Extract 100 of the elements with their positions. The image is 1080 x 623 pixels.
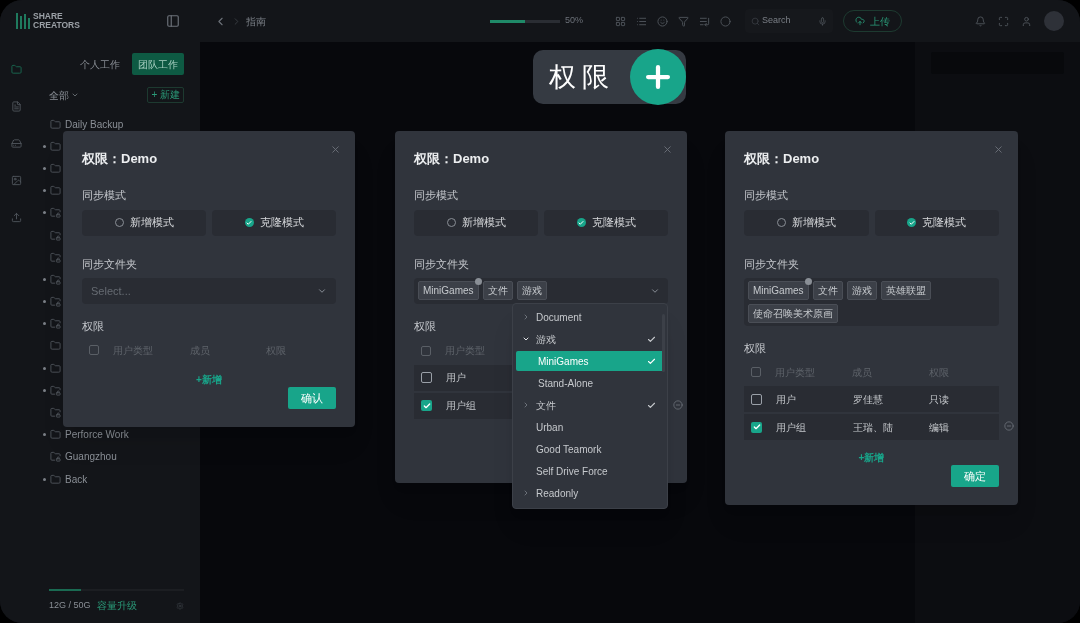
mic-icon[interactable] — [818, 16, 827, 26]
folder-select[interactable]: MiniGames 文件 游戏 英雄联盟 使命召唤美术原画 — [744, 278, 999, 326]
plus-icon — [630, 49, 686, 105]
close-icon[interactable] — [662, 144, 673, 155]
folder-icon — [50, 340, 61, 352]
list-icon[interactable] — [11, 101, 22, 112]
radio[interactable] — [907, 218, 917, 227]
mode-option[interactable]: 克隆模式 — [874, 209, 999, 236]
search-input[interactable]: Search — [762, 14, 816, 28]
table-cell-text: 用户组 — [776, 420, 807, 435]
tree-option[interactable]: Self Drive Force — [516, 461, 664, 481]
checkbox[interactable] — [421, 372, 432, 383]
filter-icon[interactable] — [678, 15, 689, 27]
locked-folder-icon — [50, 318, 61, 330]
folder-tag[interactable]: 使命召唤美术原画 — [748, 304, 838, 323]
upload-icon[interactable] — [11, 212, 22, 223]
user-icon[interactable] — [1021, 15, 1032, 27]
folder-tag[interactable]: 英雄联盟 — [880, 281, 931, 300]
checkbox[interactable] — [751, 421, 762, 433]
remove-row-icon[interactable] — [1004, 421, 1014, 432]
avatar[interactable] — [1044, 11, 1064, 31]
checkbox[interactable] — [751, 393, 762, 405]
storage-reading: 12G / 50G — [49, 598, 91, 612]
mode-option[interactable]: 新增模式 — [744, 209, 869, 236]
folder-tag[interactable]: MiniGames — [418, 281, 479, 300]
folder-name[interactable]: Guangzhou — [65, 449, 117, 465]
remove-tag-icon[interactable] — [474, 278, 482, 285]
folder-icon — [50, 429, 61, 441]
breadcrumb[interactable]: 指南 — [246, 13, 266, 29]
checkbox[interactable] — [421, 400, 432, 411]
select-placeholder: Select... — [91, 283, 131, 299]
zoom-slider[interactable] — [490, 19, 560, 23]
mode-option[interactable]: 克隆模式 — [212, 209, 336, 236]
tree-option[interactable]: 游戏 — [516, 329, 664, 349]
tree-option[interactable]: 文件 — [516, 395, 664, 415]
close-icon[interactable] — [993, 144, 1004, 155]
filter-dropdown[interactable]: 全部 — [49, 87, 79, 103]
close-icon[interactable] — [330, 144, 341, 155]
workspace-tab[interactable]: 团队工作 — [132, 53, 184, 75]
expand-caret-icon[interactable] — [522, 335, 530, 343]
dialog-title: 权限：Demo — [414, 151, 490, 166]
sidebar-toggle-icon[interactable] — [166, 14, 180, 28]
tree-option[interactable]: Stand-Alone — [516, 373, 664, 393]
remove-tag-icon[interactable] — [804, 278, 812, 285]
mode-option[interactable]: 新增模式 — [414, 209, 538, 236]
settings-icon[interactable] — [176, 601, 184, 610]
add-link[interactable]: +新增 — [196, 372, 222, 388]
search-icon — [751, 16, 760, 26]
folder-tag[interactable]: 游戏 — [846, 281, 877, 300]
grid-view-icon[interactable] — [615, 15, 626, 27]
folder-icon — [50, 185, 61, 197]
drive-icon[interactable] — [11, 138, 22, 149]
locked-folder-icon — [50, 273, 61, 285]
chip-label: 权限 — [549, 60, 615, 94]
new-button[interactable]: + 新建 — [147, 87, 184, 103]
mode-option[interactable]: 新增模式 — [82, 209, 206, 236]
tree-option[interactable]: Document — [516, 307, 664, 327]
circle-icon[interactable] — [720, 15, 731, 27]
tree-option[interactable]: Good Teamork — [516, 439, 664, 459]
radio[interactable] — [244, 218, 254, 227]
dialog-title: 权限：Demo — [82, 151, 158, 166]
table-cell-text: 用户 — [446, 371, 467, 385]
folder-name[interactable]: Daily Backup — [65, 116, 124, 132]
locked-folder-icon — [50, 251, 61, 263]
locked-folder-icon — [50, 384, 61, 396]
tree-option[interactable]: Readonly — [516, 483, 664, 503]
scrollbar[interactable] — [662, 314, 665, 372]
option-label: Urban — [536, 420, 564, 435]
option-label: Stand-Alone — [538, 376, 594, 391]
workspace-tab[interactable]: 个人工作 — [74, 53, 126, 75]
option-label: Self Drive Force — [536, 464, 608, 479]
bell-icon[interactable] — [975, 15, 986, 27]
header-checkbox[interactable] — [421, 345, 431, 356]
option-label: 游戏 — [536, 332, 556, 347]
table-cell-text: 用户 — [776, 392, 797, 407]
radio[interactable] — [576, 218, 586, 227]
sort-icon[interactable] — [699, 15, 710, 27]
folder-tag[interactable]: 游戏 — [516, 281, 547, 300]
mode-option[interactable]: 克隆模式 — [544, 209, 668, 236]
tree-option[interactable]: Urban — [516, 417, 664, 437]
header-checkbox[interactable] — [751, 367, 761, 378]
folder-tag[interactable]: 文件 — [812, 281, 843, 300]
folder-tag[interactable]: MiniGames — [748, 281, 809, 300]
folder-name[interactable]: Perforce Work — [65, 427, 129, 443]
folder-tag[interactable]: 文件 — [482, 281, 513, 300]
section-label: 同步模式 — [82, 188, 126, 203]
option-label: MiniGames — [538, 354, 589, 369]
chevron-icon — [71, 91, 79, 99]
add-link[interactable]: +新增 — [858, 450, 885, 466]
dialog-title: 权限：Demo — [744, 151, 820, 166]
header-checkbox[interactable] — [89, 345, 99, 356]
folder-icon[interactable] — [11, 64, 22, 75]
list-view-icon[interactable] — [636, 15, 647, 27]
fullscreen-icon[interactable] — [998, 15, 1009, 27]
image-icon[interactable] — [11, 175, 22, 186]
upgrade-link[interactable]: 容量升级 — [96, 598, 137, 613]
remove-row-icon[interactable] — [673, 399, 683, 410]
table-cell-text: 王瑞、陆 — [852, 420, 894, 435]
folder-select[interactable]: MiniGames 文件 游戏 — [414, 278, 668, 304]
folder-name[interactable]: Back — [65, 471, 88, 487]
